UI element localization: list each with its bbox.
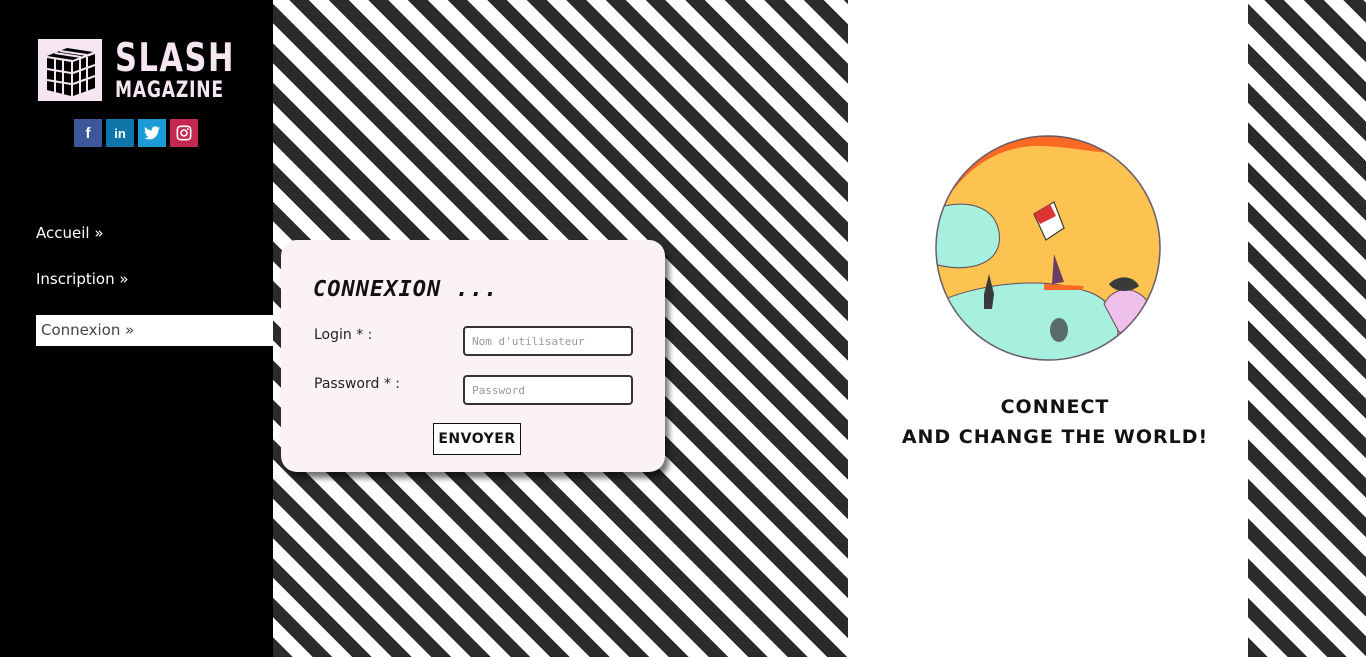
brand-name: SLASH MAGAZINE [115,39,269,102]
login-page: SLASH MAGAZINE f in Accueil » Inscriptio… [0,0,1366,657]
username-input[interactable] [463,326,633,356]
login-title: CONNEXION ... [313,277,499,302]
sidebar: SLASH MAGAZINE f in Accueil » Inscriptio… [0,0,286,657]
striped-background-right [1248,0,1366,657]
password-label: Password * : [314,376,401,392]
facebook-icon[interactable]: f [74,119,102,147]
brand-name-line2: MAGAZINE [115,77,224,103]
tagline-line1: CONNECT [1000,396,1110,418]
sidebar-nav: Accueil » Inscription » Connexion » [36,218,286,361]
brand-name-line1: SLASH [115,35,236,81]
nav-item-connexion[interactable]: Connexion » [36,315,286,346]
instagram-icon[interactable] [170,119,198,147]
connect-illustration [935,135,1161,361]
social-links: f in [74,119,198,147]
tagline-line2: AND CHANGE THE WORLD! [901,426,1209,448]
twitter-icon[interactable] [138,119,166,147]
linkedin-icon[interactable]: in [106,119,134,147]
nav-item-inscription[interactable]: Inscription » [36,264,286,295]
brand-logo[interactable]: SLASH MAGAZINE [37,38,269,102]
rubiks-cube-icon [38,39,102,101]
login-card: CONNEXION ... Login * : Password * : ENV… [281,240,665,472]
login-label: Login * : [314,327,373,343]
promo-tagline: CONNECT AND CHANGE THE WORLD! [880,392,1230,452]
password-input[interactable] [463,375,633,405]
submit-button[interactable]: ENVOYER [433,423,521,455]
nav-item-accueil[interactable]: Accueil » [36,218,286,249]
